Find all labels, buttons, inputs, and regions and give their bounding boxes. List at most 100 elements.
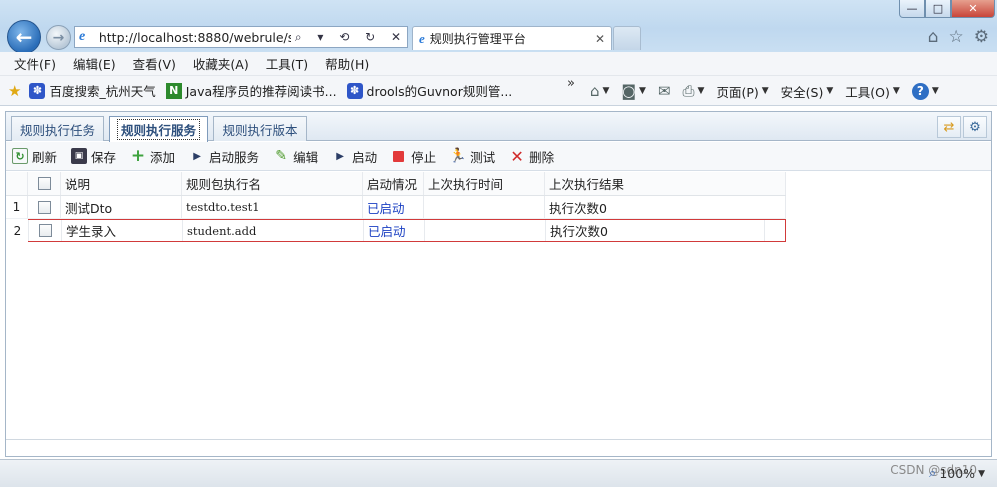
favorites-star-icon[interactable]: ☆: [949, 27, 964, 47]
sync-icon[interactable]: ⇄: [937, 116, 961, 138]
menu-edit[interactable]: 编辑(E): [73, 54, 116, 73]
status-bar: CSDN @sdn10 ⌕ 100% ▼: [0, 459, 997, 487]
maximize-button[interactable]: □: [925, 0, 951, 18]
column-header[interactable]: 规则包执行名: [182, 172, 363, 195]
add-button[interactable]: + 添加: [130, 146, 175, 166]
play-icon: ▶: [336, 150, 344, 162]
table-row-selected[interactable]: 2 学生录入 student.add 已启动 执行次数0: [14, 219, 786, 242]
favorite-label: Java程序员的推荐阅读书...: [185, 84, 337, 99]
menu-file[interactable]: 文件(F): [14, 54, 56, 73]
edit-button[interactable]: ✎ 编辑: [273, 147, 318, 166]
plus-icon: +: [130, 146, 146, 166]
settings-tool-icon[interactable]: ⚙: [963, 116, 987, 138]
button-label: 编辑: [293, 149, 319, 165]
home-icon[interactable]: ⌂: [928, 27, 939, 47]
minimize-button[interactable]: —: [899, 0, 925, 18]
header-rownum: [6, 172, 28, 195]
menu-help[interactable]: 帮助(H): [325, 54, 369, 73]
favorite-label: 百度搜索_杭州天气: [49, 84, 156, 99]
mail-icon[interactable]: ✉: [658, 82, 671, 100]
checkbox[interactable]: [38, 224, 52, 237]
checkbox[interactable]: [37, 200, 51, 214]
stop-icon: [393, 150, 405, 162]
tab-close-icon[interactable]: ✕: [595, 32, 605, 46]
runner-icon: 🏃: [449, 148, 467, 164]
checkbox[interactable]: [37, 177, 51, 190]
column-header[interactable]: 上次执行时间: [424, 172, 545, 195]
row-select[interactable]: [29, 220, 62, 241]
address-bar[interactable]: e http://localhost:8880/webrule/server/#…: [74, 26, 408, 48]
row-select[interactable]: [28, 196, 61, 218]
zoom-icon: ⌕: [929, 466, 937, 481]
chevron-down-icon[interactable]: ▼: [893, 86, 900, 96]
column-header[interactable]: 启动情况: [363, 172, 424, 195]
safety-menu[interactable]: 安全(S): [781, 82, 824, 101]
back-button[interactable]: ←: [7, 20, 41, 54]
browser-tab-title: 规则执行管理平台: [429, 32, 526, 46]
column-header[interactable]: 说明: [61, 172, 182, 195]
cell-last-result: 执行次数0: [545, 196, 786, 218]
print-icon[interactable]: ⎙: [683, 82, 695, 100]
start-service-button[interactable]: ▶ 启动服务: [189, 147, 259, 166]
n-icon: N: [165, 82, 182, 99]
tab-rule-versions[interactable]: 规则执行版本: [213, 116, 307, 141]
chevron-down-icon[interactable]: ▼: [698, 86, 705, 96]
favorites-star-icon[interactable]: ★: [8, 82, 21, 100]
chevron-down-icon[interactable]: ▼: [639, 86, 646, 96]
menu-tools[interactable]: 工具(T): [266, 54, 308, 73]
service-grid: 说明 规则包执行名 启动情况 上次执行时间 上次执行结果 1 测试Dto tes…: [6, 172, 786, 242]
close-window-button[interactable]: ✕: [951, 0, 995, 18]
tab-label: 规则执行任务: [19, 122, 95, 138]
tools-menu[interactable]: 工具(O): [845, 82, 890, 101]
menu-view[interactable]: 查看(V): [133, 54, 176, 73]
favorite-link-java[interactable]: N Java程序员的推荐阅读书...: [165, 81, 337, 100]
panel-footer-divider: [6, 439, 991, 440]
browser-tab-active[interactable]: e 规则执行管理平台 ✕: [412, 26, 612, 50]
button-label: 刷新: [32, 149, 58, 165]
forward-button[interactable]: →: [46, 25, 71, 50]
refresh-button[interactable]: ↻ 刷新: [12, 147, 57, 166]
favorites-bar: ★ ✽ 百度搜索_杭州天气 N Java程序员的推荐阅读书... ✽ drool…: [0, 76, 997, 106]
header-select-all[interactable]: [28, 172, 61, 195]
address-url[interactable]: http://localhost:8880/webrule/server/#: [99, 30, 291, 45]
menu-favorites[interactable]: 收藏夹(A): [193, 54, 249, 73]
stop-button[interactable]: 停止: [391, 147, 436, 166]
tab-rule-tasks[interactable]: 规则执行任务: [11, 116, 104, 141]
new-tab-button[interactable]: [613, 26, 641, 50]
delete-button[interactable]: ✕ 删除: [509, 147, 554, 166]
command-bar: ⌂ ▼ ◙ ▼ ✉ ⎙ ▼ 页面(P) ▼ 安全(S) ▼ 工具(O) ▼ ? ▼: [590, 76, 951, 106]
home-icon[interactable]: ⌂: [590, 82, 600, 100]
ie-page-icon: e: [79, 29, 86, 44]
favorite-link-drools[interactable]: ✽ drools的Guvnor规则管...: [346, 81, 513, 100]
zoom-control[interactable]: ⌕ 100% ▼: [929, 466, 985, 481]
arrow-right-icon: →: [52, 29, 65, 46]
settings-gear-icon[interactable]: ⚙: [974, 27, 989, 47]
help-icon[interactable]: ?: [911, 82, 929, 100]
save-button[interactable]: ▣ 保存: [71, 147, 116, 166]
chevron-down-icon[interactable]: ▼: [826, 86, 833, 96]
column-header[interactable]: 上次执行结果: [545, 172, 786, 195]
play-icon: ▶: [193, 150, 201, 162]
tab-rule-services[interactable]: 规则执行服务: [109, 116, 208, 142]
chevron-down-icon[interactable]: ▼: [762, 86, 769, 96]
row-number: 1: [6, 196, 28, 218]
chevron-down-icon[interactable]: ▼: [932, 86, 939, 96]
tab-tools: ⇄ ⚙: [937, 116, 987, 138]
grid-header: 说明 规则包执行名 启动情况 上次执行时间 上次执行结果: [6, 172, 786, 196]
chevron-down-icon[interactable]: ▼: [603, 86, 610, 96]
favorite-link-baidu[interactable]: ✽ 百度搜索_杭州天气: [29, 81, 156, 100]
address-controls[interactable]: ⌕ ▾ ⟲ ↻ ✕: [295, 30, 407, 45]
chevron-down-icon[interactable]: ▼: [978, 469, 985, 479]
table-row[interactable]: 1 测试Dto testdto.test1 已启动 执行次数0: [6, 196, 786, 219]
button-label: 启动: [352, 149, 378, 165]
rss-feed-icon[interactable]: ◙: [621, 82, 636, 100]
favorite-label: drools的Guvnor规则管...: [366, 84, 513, 99]
button-label: 保存: [91, 149, 117, 165]
browser-right-icons: ⌂ ☆ ⚙: [928, 27, 989, 47]
test-button[interactable]: 🏃 测试: [449, 147, 495, 166]
grid-toolbar: ↻ 刷新 ▣ 保存 + 添加 ▶ 启动服务 ✎ 编辑 ▶ 启动 停止 🏃 测试 …: [6, 142, 991, 171]
favorites-more-chevron[interactable]: »: [567, 76, 575, 91]
start-button[interactable]: ▶ 启动: [332, 147, 377, 166]
page-menu[interactable]: 页面(P): [716, 82, 758, 101]
cell-package: student.add: [183, 220, 364, 241]
